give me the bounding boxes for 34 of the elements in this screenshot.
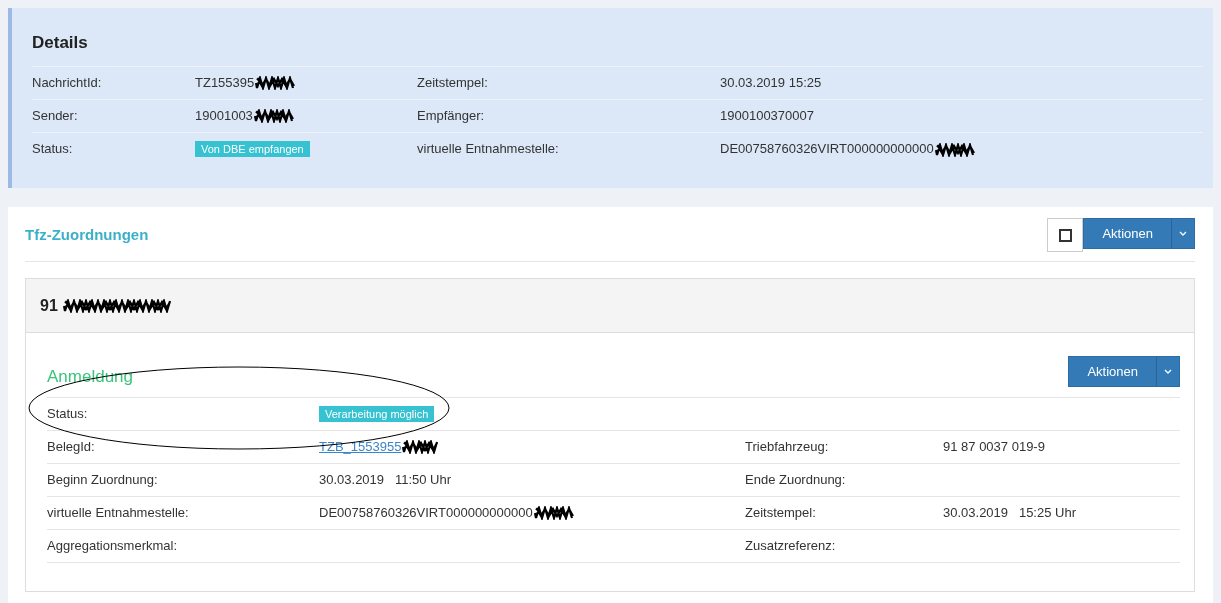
- field-label: virtuelle Entnahmestelle:: [417, 140, 560, 159]
- details-title: Details: [32, 32, 89, 54]
- field-value: 30.03.2019 11:50 Uhr: [319, 471, 452, 487]
- caret-icon: [1179, 231, 1187, 236]
- field-value: 19001003: [195, 107, 253, 123]
- field-label: Status:: [32, 140, 74, 159]
- field-label: NachrichtId:: [32, 73, 103, 92]
- field-label: Status:: [47, 404, 89, 423]
- field-value: 1900100370007: [720, 107, 814, 123]
- field-label: Empfänger:: [417, 106, 486, 125]
- caret-icon: [1164, 369, 1172, 375]
- field-label: Sender:: [32, 106, 79, 125]
- status-badge: Verarbeitung möglich: [319, 405, 435, 422]
- field-label: Zeitstempel:: [745, 503, 817, 522]
- field-value: 30.03.2019 15:25 Uhr: [943, 504, 1076, 520]
- field-value: 91 87 0037 019-9: [943, 438, 1045, 454]
- field-label: Triebfahrzeug:: [745, 437, 830, 456]
- field-value: 30.03.2019 15:25: [720, 74, 822, 90]
- field-label: virtuelle Entnahmestelle:: [47, 503, 190, 522]
- select-all-toggle[interactable]: [1047, 218, 1084, 252]
- field-label: Beginn Zuordnung:: [47, 470, 159, 489]
- field-label: Aggregationsmerkmal:: [47, 536, 179, 555]
- field-value: DE00758760326VIRT000000000000: [319, 504, 533, 520]
- document-link[interactable]: TZB_1553955: [319, 438, 402, 454]
- field-value: TZ155395: [195, 74, 255, 90]
- field-value: DE00758760326VIRT000000000000: [720, 141, 934, 157]
- card-title: 91: [40, 295, 58, 316]
- checkbox[interactable]: [1058, 228, 1072, 242]
- field-label: Ende Zuordnung:: [745, 470, 847, 489]
- field-label: BelegId:: [47, 437, 96, 456]
- field-label: Zusatzreferenz:: [745, 536, 837, 555]
- field-label: Zeitstempel:: [417, 73, 489, 92]
- status-badge: Von DBE empfangen: [195, 141, 310, 158]
- section-title: Tfz-Zuordnungen: [25, 224, 149, 245]
